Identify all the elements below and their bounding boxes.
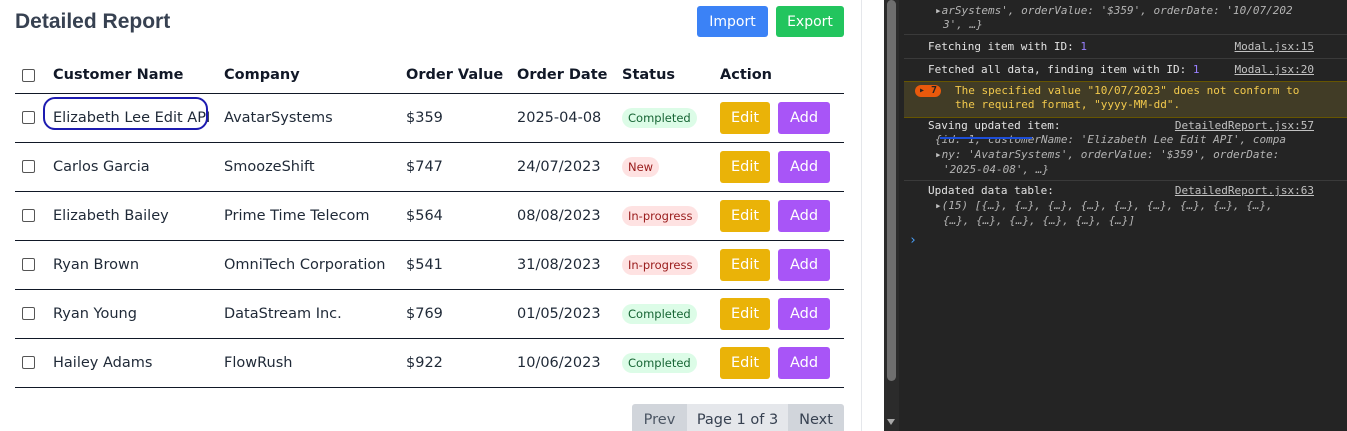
report-table: Customer Name Company Order Value Order … [15,58,844,388]
column-header: Company [224,58,406,94]
edit-button[interactable]: Edit [720,101,770,134]
order-value: $922 [406,338,517,388]
expand-triangle-icon[interactable]: ▸ [935,199,942,212]
company: OmniTech Corporation [224,240,406,290]
edit-button[interactable]: Edit [720,150,770,183]
page-indicator: Page 1 of 3 [687,404,788,431]
add-button[interactable]: Add [778,101,830,134]
console-log-entry: Fetched all data, finding item with ID: … [904,58,1347,81]
column-header: Status [622,58,720,94]
source-link[interactable]: DetailedReport.jsx:63 [1175,184,1314,197]
console-object-line: ▸arSystems', orderValue: '$359', orderDa… [935,4,1293,17]
add-button[interactable]: Add [778,297,830,330]
column-header: Order Date [517,58,622,94]
pagination: Prev Page 1 of 3 Next [632,404,844,431]
column-header: Action [720,58,844,94]
detailed-report-app: Detailed Report Import Export Customer N… [0,0,861,431]
order-date: 10/06/2023 [517,338,622,388]
customer-name: Hailey Adams [53,338,224,388]
console-prompt-icon[interactable]: › [909,233,917,248]
console-log-entry: Fetching item with ID: 1 Modal.jsx:15 [904,34,1347,58]
import-button[interactable]: Import [697,6,768,37]
add-button[interactable]: Add [778,150,830,183]
source-link[interactable]: Modal.jsx:20 [1235,63,1314,76]
order-value: $564 [406,191,517,241]
company: FlowRush [224,338,406,388]
status-badge: In-progress [622,205,699,226]
add-button[interactable]: Add [778,248,830,281]
scroll-down-arrow-icon[interactable] [887,419,895,425]
devtools-console: ▸arSystems', orderValue: '$359', orderDa… [884,0,1347,431]
export-button[interactable]: Export [776,6,844,37]
table-header-row: Customer Name Company Order Value Order … [15,58,844,94]
order-value: $541 [406,240,517,290]
status-badge: Completed [622,107,697,128]
prev-page-button[interactable]: Prev [632,404,687,431]
company: Prime Time Telecom [224,191,406,241]
edit-button[interactable]: Edit [720,297,770,330]
annotation-underline [940,137,1032,139]
console-log-entry: Saving updated item: DetailedReport.jsx:… [928,119,1314,176]
row-checkbox[interactable] [22,258,35,271]
status-badge: In-progress [622,254,699,275]
console-log-entry: Updated data table: DetailedReport.jsx:6… [904,180,1347,228]
order-value: $747 [406,142,517,192]
console-object-line: 3', …} [943,18,983,31]
order-date: 08/08/2023 [517,191,622,241]
table-row: Carlos Garcia SmoozeShift $747 24/07/202… [15,142,844,192]
customer-name: Ryan Young [53,289,224,339]
page-title: Detailed Report [15,10,171,33]
row-checkbox[interactable] [22,160,35,173]
order-date: 31/08/2023 [517,240,622,290]
order-date: 24/07/2023 [517,142,622,192]
customer-name: Elizabeth Lee Edit API [53,109,211,126]
console-scrollbar[interactable] [884,0,899,431]
status-badge: Completed [622,303,697,324]
expand-triangle-icon[interactable]: ▸ [935,4,942,17]
customer-name: Elizabeth Bailey [53,191,224,241]
customer-name: Carlos Garcia [53,142,224,192]
add-button[interactable]: Add [778,346,830,379]
expand-triangle-icon[interactable]: ▸ [935,148,942,161]
row-checkbox[interactable] [22,356,35,369]
customer-name: Ryan Brown [53,240,224,290]
column-header: Order Value [406,58,517,94]
company: DataStream Inc. [224,289,406,339]
column-header: Customer Name [53,58,224,94]
row-checkbox[interactable] [22,111,35,124]
company: AvatarSystems [224,93,406,143]
edit-button[interactable]: Edit [720,346,770,379]
next-page-button[interactable]: Next [788,404,844,431]
status-badge: Completed [622,352,697,373]
panel-gap [862,0,884,431]
select-all-checkbox[interactable] [22,68,35,82]
warning-count-badge[interactable]: ▸ 7 [915,85,942,97]
order-date: 01/05/2023 [517,289,622,339]
edit-button[interactable]: Edit [720,199,770,232]
order-value: $359 [406,93,517,143]
row-checkbox[interactable] [22,307,35,320]
scrollbar-thumb[interactable] [887,0,896,381]
company: SmoozeShift [224,142,406,192]
order-value: $769 [406,289,517,339]
table-row: Hailey Adams FlowRush $922 10/06/2023 Co… [15,338,844,388]
table-row: Elizabeth Lee Edit API AvatarSystems $35… [15,93,844,143]
table-row: Ryan Young DataStream Inc. $769 01/05/20… [15,289,844,339]
source-link[interactable]: Modal.jsx:15 [1235,40,1314,53]
row-checkbox[interactable] [22,209,35,222]
table-row: Ryan Brown OmniTech Corporation $541 31/… [15,240,844,290]
add-button[interactable]: Add [778,199,830,232]
table-row: Elizabeth Bailey Prime Time Telecom $564… [15,191,844,241]
console-warning: ▸ 7 The specified value "10/07/2023" doe… [904,81,1347,118]
status-badge: New [622,156,660,177]
edit-button[interactable]: Edit [720,248,770,281]
order-date: 2025-04-08 [517,93,622,143]
source-link[interactable]: DetailedReport.jsx:57 [1175,119,1314,132]
